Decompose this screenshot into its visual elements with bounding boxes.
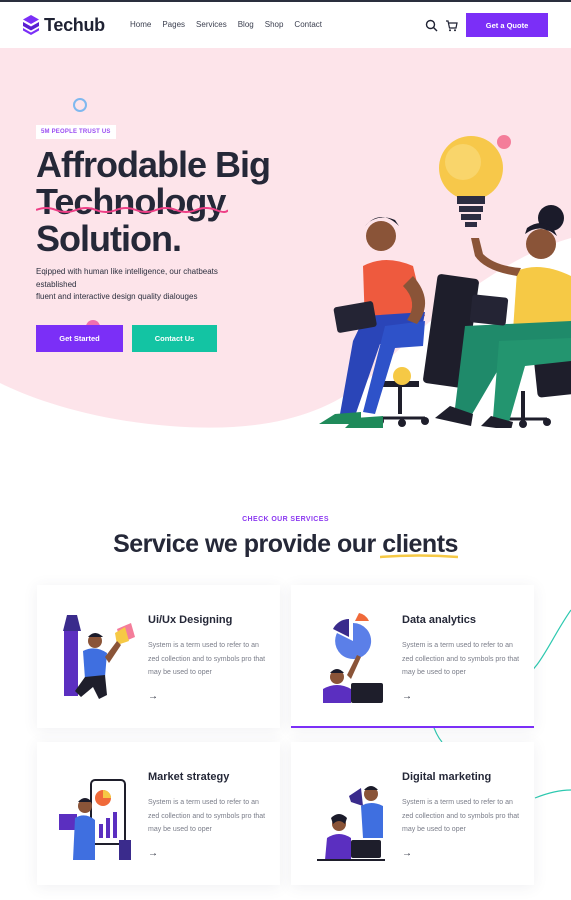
trust-badge: 5M PEOPLE TRUST US xyxy=(36,125,116,139)
arrow-right-icon[interactable]: → xyxy=(402,848,412,859)
get-started-button[interactable]: Get Started xyxy=(36,325,123,352)
services-title-underline xyxy=(380,554,458,559)
nav-contact[interactable]: Contact xyxy=(294,20,322,29)
card-title: Market strategy xyxy=(148,771,230,783)
nav-services[interactable]: Services xyxy=(196,20,227,29)
hero-section: 5M PEOPLE TRUST US Affrodable Big Techno… xyxy=(0,48,571,428)
nav-blog[interactable]: Blog xyxy=(238,20,254,29)
title-underline xyxy=(36,207,228,213)
hero-title-line-2: Technology xyxy=(36,181,226,222)
card-active-accent xyxy=(291,726,534,728)
cart-icon[interactable] xyxy=(445,19,458,32)
site-header: Techub Home Pages Services Blog Shop Con… xyxy=(0,2,571,48)
service-card-marketing[interactable]: Digital marketing System is a term used … xyxy=(291,742,534,885)
nav-shop[interactable]: Shop xyxy=(265,20,284,29)
decorative-ring xyxy=(73,98,87,112)
analytics-illustration xyxy=(323,613,383,703)
logo-icon xyxy=(23,15,39,35)
hero-illustration xyxy=(319,135,571,428)
service-card-analytics[interactable]: Data analytics System is a term used to … xyxy=(291,585,534,728)
nav-pages[interactable]: Pages xyxy=(162,20,185,29)
hero-title: Affrodable Big Technology Solution. xyxy=(36,146,296,257)
services-eyebrow: CHECK OUR SERVICES xyxy=(242,516,329,523)
service-card-strategy[interactable]: Market strategy System is a term used to… xyxy=(37,742,280,885)
card-description: System is a term used to refer to an zed… xyxy=(402,799,520,833)
get-quote-button[interactable]: Get a Quote xyxy=(466,13,548,37)
card-description: System is a term used to refer to an zed… xyxy=(402,642,520,676)
arrow-right-icon[interactable]: → xyxy=(402,691,412,702)
designer-illustration xyxy=(63,615,135,699)
arrow-right-icon[interactable]: → xyxy=(148,848,158,859)
hero-title-line-3: Solution. xyxy=(36,218,182,259)
contact-us-button[interactable]: Contact Us xyxy=(132,325,217,352)
service-card-uiux[interactable]: Ui/Ux Designing System is a term used to… xyxy=(37,585,280,728)
search-icon[interactable] xyxy=(425,19,438,32)
hero-desc-line-3: fluent and interactive design quality di… xyxy=(36,292,198,301)
card-title: Data analytics xyxy=(402,614,476,626)
logo[interactable]: Techub xyxy=(22,14,105,36)
brand-name: Techub xyxy=(44,14,105,35)
nav-home[interactable]: Home xyxy=(130,20,151,29)
hero-desc-line-2: established xyxy=(36,279,77,289)
hero-desc-line-1: Eqipped with human like intelligence, ou… xyxy=(36,267,218,276)
hero-title-line-1: Affrodable Big xyxy=(36,144,271,185)
card-description: System is a term used to refer to an zed… xyxy=(148,799,266,833)
main-nav: Home Pages Services Blog Shop Contact xyxy=(130,20,322,29)
card-title: Ui/Ux Designing xyxy=(148,614,233,626)
arrow-right-icon[interactable]: → xyxy=(148,691,158,702)
card-description: System is a term used to refer to an zed… xyxy=(148,642,266,676)
hero-description: Eqipped with human like intelligence, ou… xyxy=(36,266,266,304)
strategy-illustration xyxy=(59,779,131,860)
services-title: Service we provide our clients xyxy=(113,530,458,558)
marketing-illustration xyxy=(317,786,385,861)
card-title: Digital marketing xyxy=(402,771,492,783)
